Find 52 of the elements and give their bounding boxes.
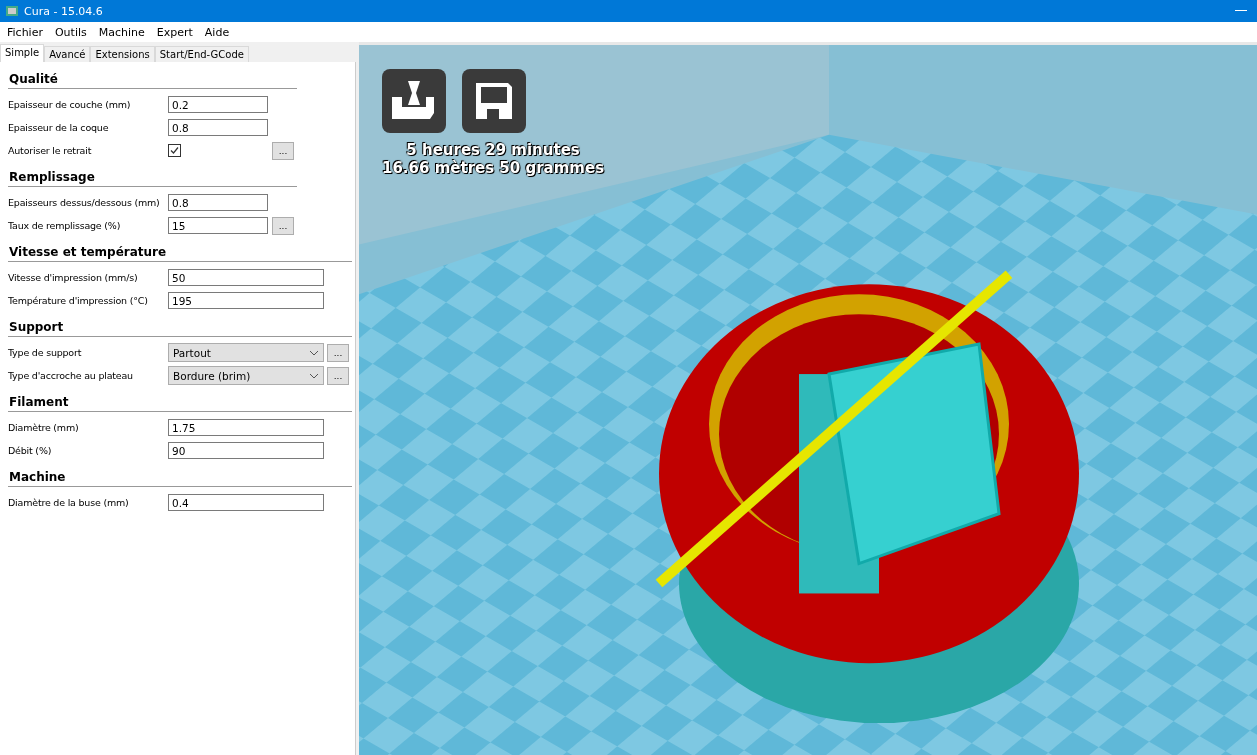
more-button[interactable]: ...: [272, 141, 294, 160]
load-model-icon[interactable]: [382, 69, 446, 133]
app-icon: [6, 5, 18, 17]
input-field[interactable]: 0.4: [168, 494, 324, 511]
tab[interactable]: Simple: [0, 44, 45, 62]
menu-item[interactable]: Expert: [151, 25, 198, 39]
more-button[interactable]: ...: [327, 343, 349, 362]
input-field[interactable]: 195: [168, 292, 324, 309]
setting-label: Epaisseur de la coque: [8, 122, 110, 133]
input-field[interactable]: 90: [168, 442, 324, 459]
dropdown[interactable]: Partout: [168, 343, 324, 362]
more-button[interactable]: ...: [272, 216, 294, 235]
chevron-down-icon: [309, 372, 319, 379]
setting-label: Débit (%): [8, 445, 53, 456]
menu-item[interactable]: Machine: [93, 25, 150, 39]
setting-label: Taux de remplissage (%): [8, 220, 122, 231]
section-heading: Filament: [8, 389, 352, 412]
input-field[interactable]: 1.75: [168, 419, 324, 436]
more-button[interactable]: ...: [327, 366, 349, 385]
input-field[interactable]: 50: [168, 269, 324, 286]
setting-label: Epaisseur de couche (mm): [8, 99, 132, 110]
section-heading: Support: [8, 314, 352, 337]
setting-label: Type de support: [8, 347, 83, 358]
section-heading: Qualité: [8, 66, 297, 89]
section-heading: Remplissage: [8, 164, 297, 187]
minimize-icon[interactable]: [1235, 10, 1247, 12]
chevron-down-icon: [309, 349, 319, 356]
setting-label: Diamètre de la buse (mm): [8, 497, 130, 508]
tab[interactable]: Start/End-GCode: [154, 46, 249, 62]
input-field[interactable]: 0.8: [168, 194, 268, 211]
section-heading: Machine: [8, 464, 352, 487]
print-estimate-text: 5 heures 29 minutes: [406, 141, 580, 159]
input-field[interactable]: 15: [168, 217, 268, 234]
setting-label: Autoriser le retrait: [8, 145, 93, 156]
window-title: Cura - 15.04.6: [24, 4, 104, 18]
setting-label: Type d'accroche au plateau: [8, 370, 134, 381]
setting-label: Diamètre (mm): [8, 422, 80, 433]
input-field[interactable]: 0.2: [168, 96, 268, 113]
print-estimate-text: 16.66 mètres 50 grammes: [382, 159, 605, 177]
tab[interactable]: Avancé: [44, 46, 91, 62]
setting-label: Epaisseurs dessus/dessous (mm): [8, 197, 161, 208]
tab[interactable]: Extensions: [90, 46, 155, 62]
menu-item[interactable]: Fichier: [2, 25, 48, 39]
setting-label: Température d'impression (°C): [8, 295, 149, 306]
checkbox[interactable]: [168, 144, 181, 157]
section-heading: Vitesse et température: [8, 239, 352, 262]
input-field[interactable]: 0.8: [168, 119, 268, 136]
dropdown[interactable]: Bordure (brim): [168, 366, 324, 385]
menu-item[interactable]: Outils: [49, 25, 92, 39]
menu-item[interactable]: Aide: [199, 25, 235, 39]
setting-label: Vitesse d'impression (mm/s): [8, 272, 139, 283]
save-icon[interactable]: [462, 69, 526, 133]
